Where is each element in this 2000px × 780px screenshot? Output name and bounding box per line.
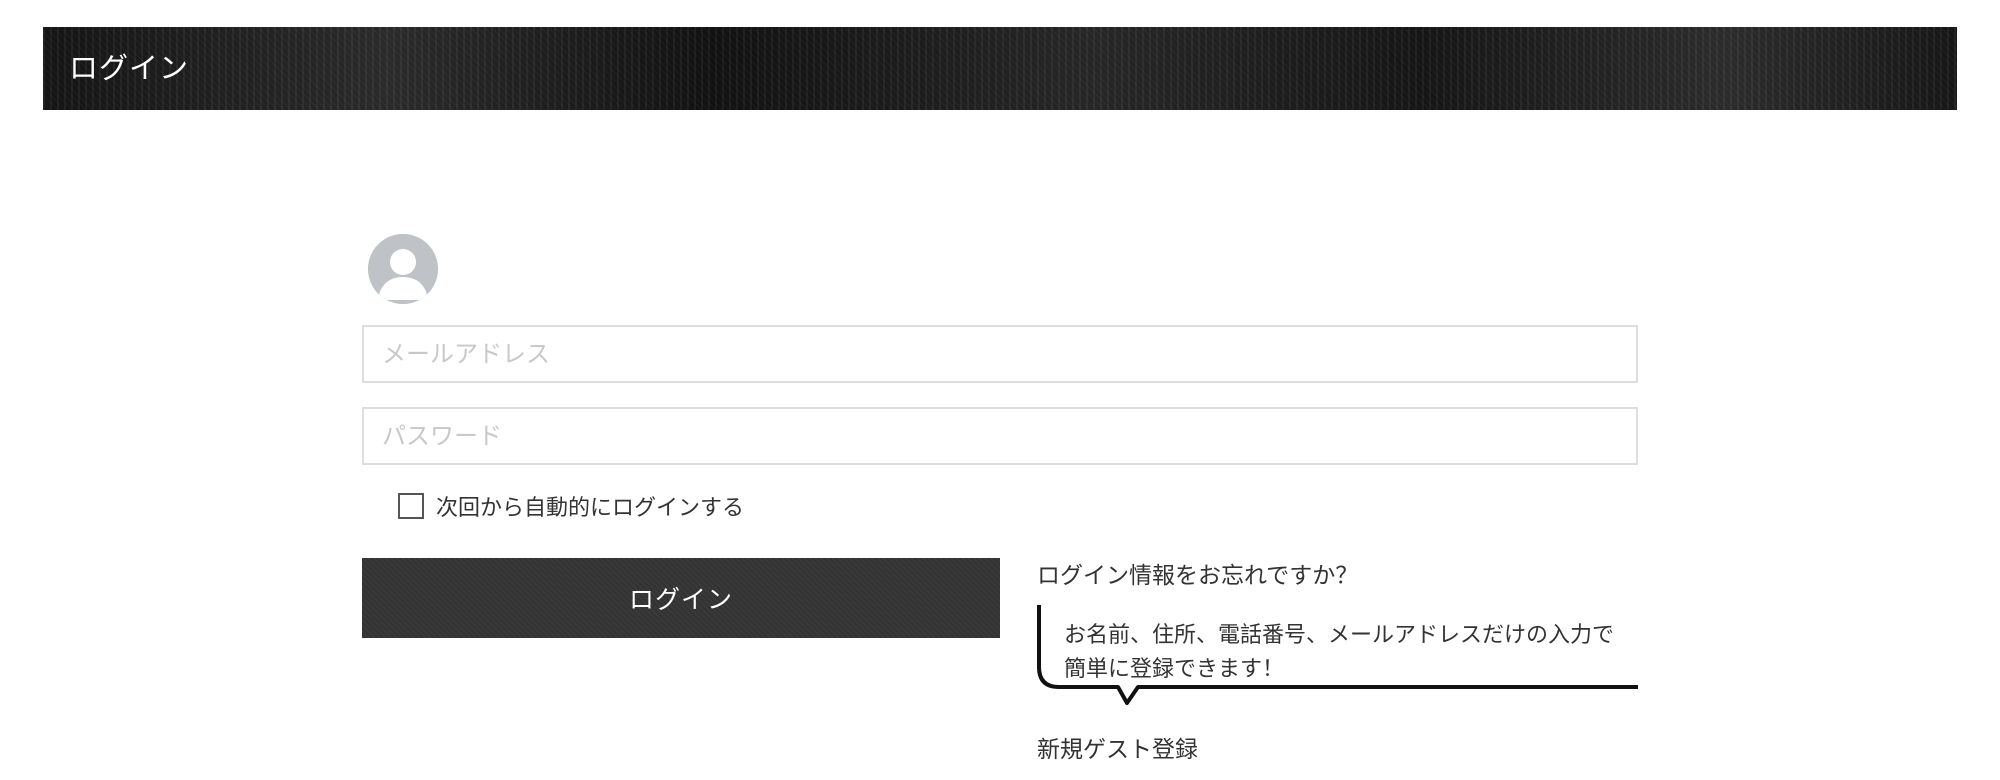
remember-me-row: 次回から自動的にログインする	[398, 488, 744, 524]
guest-register-link[interactable]: 新規ゲスト登録	[1037, 730, 1198, 764]
password-field[interactable]	[362, 407, 1638, 465]
guest-register-bubble: お名前、住所、電話番号、メールアドレスだけの入力で簡単に登録できます！	[1036, 605, 1638, 705]
login-button[interactable]: ログイン	[362, 558, 1000, 638]
bubble-text: お名前、住所、電話番号、メールアドレスだけの入力で簡単に登録できます！	[1064, 623, 1615, 682]
email-field[interactable]	[362, 325, 1638, 383]
page-header: ログイン	[43, 27, 1957, 110]
user-avatar-icon	[368, 234, 438, 304]
page-title: ログイン	[69, 51, 190, 85]
remember-me-label: 次回から自動的にログインする	[436, 496, 745, 521]
remember-me-checkbox[interactable]	[398, 493, 424, 519]
forgot-login-link[interactable]: ログイン情報をお忘れですか？	[1037, 556, 1358, 590]
